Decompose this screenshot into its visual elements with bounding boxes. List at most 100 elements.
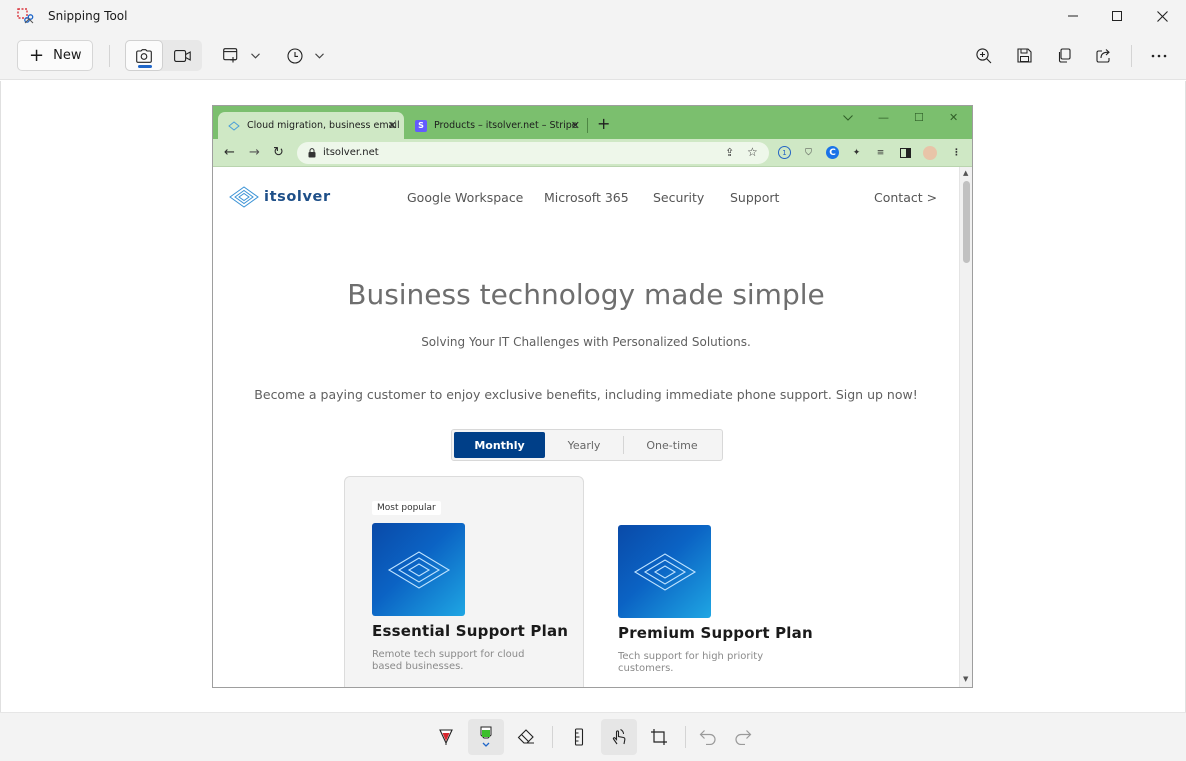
record-mode-button[interactable] [163,40,201,71]
save-button[interactable] [1010,40,1038,71]
scroll-up-icon: ▲ [963,169,969,177]
web-page: itsolver Google Workspace Microsoft 365 … [213,167,959,687]
captured-screenshot: Cloud migration, business email ✕ S Prod… [212,105,973,688]
maximize-icon [1112,11,1122,21]
tab-search-icon [843,111,853,124]
snipping-tool-icon [17,8,34,25]
snip-mode-button[interactable] [125,40,163,71]
highlighter-button[interactable] [468,719,504,755]
camera-icon [136,48,152,63]
share-page-icon: ⇪ [725,146,735,159]
extension-c-icon: C [826,146,839,159]
bookmark-star-icon: ☆ [747,145,758,159]
url-field: itsolver.net ⇪ ☆ [297,142,769,164]
browser-menu-icon: ⋮ [952,147,961,158]
eraser-icon [517,729,534,744]
highlighter-icon [480,726,492,747]
touch-writing-icon [612,729,626,745]
most-popular-badge: Most popular [372,501,441,515]
plan-logo-image [618,525,711,618]
browser-tab-inactive: S Products – itsolver.net – Stripe ✕ [405,112,587,139]
extensions-puzzle-icon: ✦ [852,147,861,158]
plan-card-essential: Most popular Essential Support Plan Remo… [344,476,584,687]
snip-shape-dropdown[interactable] [218,40,264,71]
browser-minimize-icon: — [878,111,889,124]
browser-close-icon: ✕ [949,111,959,124]
maximize-button[interactable] [1095,0,1139,32]
crop-icon [651,729,667,745]
toolbar-divider [109,45,110,67]
scroll-thumb [963,181,970,263]
billing-toggle: Monthly Yearly One-time [451,429,723,461]
ruler-button[interactable] [561,719,597,755]
touch-writing-button[interactable] [601,719,637,755]
toolbar-divider [1131,45,1132,67]
ballpoint-pen-button[interactable] [428,719,464,755]
window-title: Snipping Tool [48,9,128,23]
hero-title: Business technology made simple [347,278,825,311]
chevron-down-icon [314,52,324,59]
plan-description: Remote tech support for cloud based busi… [372,649,525,672]
ruler-icon [574,728,584,746]
minimize-button[interactable] [1051,0,1095,32]
shield-extension-icon: ⛉ [805,147,812,158]
capture-mode-group [125,40,202,71]
toolbar: + New [0,32,1186,80]
billing-option-one-time: One-time [646,438,698,452]
ballpoint-pen-icon [439,729,453,745]
logo-text: itsolver [264,189,331,205]
undo-button[interactable] [690,719,726,755]
close-tab-icon: ✕ [387,119,397,132]
nav-contact: Contact > [874,190,938,205]
crop-button[interactable] [641,719,677,755]
nav-support: Support [730,190,780,205]
copy-icon [1058,48,1071,63]
close-button[interactable] [1140,0,1184,32]
close-tab-icon: ✕ [570,119,580,132]
nav-google-workspace: Google Workspace [407,190,524,205]
plan-name: Essential Support Plan [372,622,569,640]
more-options-button[interactable] [1145,40,1173,71]
chevron-down-icon [250,52,260,59]
minimize-icon [1068,15,1078,17]
password-manager-extension-icon: 1 [778,146,791,159]
scroll-down-icon: ▼ [963,675,969,683]
promo-text: Become a paying customer to enjoy exclus… [254,387,918,402]
new-button-label: New [53,48,82,63]
browser-address-bar: ← → ↻ itsolver.net ⇪ ☆ 1 ⛉ C ✦ ≡ ⋮ [213,139,972,167]
zoom-button[interactable] [970,40,998,71]
browser-tab-active: Cloud migration, business email ✕ [218,112,404,139]
share-icon [1096,49,1110,63]
back-icon: ← [224,145,235,160]
plan-logo-icon [387,550,450,589]
hero-subtitle: Solving Your IT Challenges with Personal… [421,335,751,349]
tab-title: Cloud migration, business email [247,120,400,131]
eraser-button[interactable] [508,719,544,755]
zoom-in-icon [976,47,992,63]
plan-description: Tech support for high priority customers… [618,651,764,674]
more-icon [1151,54,1167,57]
tab-title: Products – itsolver.net – Stripe [434,120,578,131]
share-button[interactable] [1090,40,1118,71]
delay-timer-icon [286,47,303,64]
close-icon [1156,10,1168,22]
active-mode-indicator [138,65,152,68]
undo-icon [699,730,716,745]
nav-security: Security [653,190,705,205]
redo-button[interactable] [725,719,761,755]
reload-icon: ↻ [273,145,284,160]
delay-timer-dropdown[interactable] [282,40,328,71]
reading-list-icon: ≡ [876,147,885,158]
page-scrollbar: ▲ ▼ [959,167,972,687]
redo-icon [735,730,752,745]
title-bar: Snipping Tool [0,0,1186,32]
itsolver-logo: itsolver [229,186,331,208]
profile-avatar [923,146,937,160]
itsolver-favicon [228,120,240,132]
new-button[interactable]: + New [17,40,93,71]
tab-divider [587,118,588,133]
copy-button[interactable] [1050,40,1078,71]
new-tab-icon: + [597,114,611,133]
plus-icon: + [29,44,45,66]
billing-option-monthly: Monthly [454,432,545,458]
